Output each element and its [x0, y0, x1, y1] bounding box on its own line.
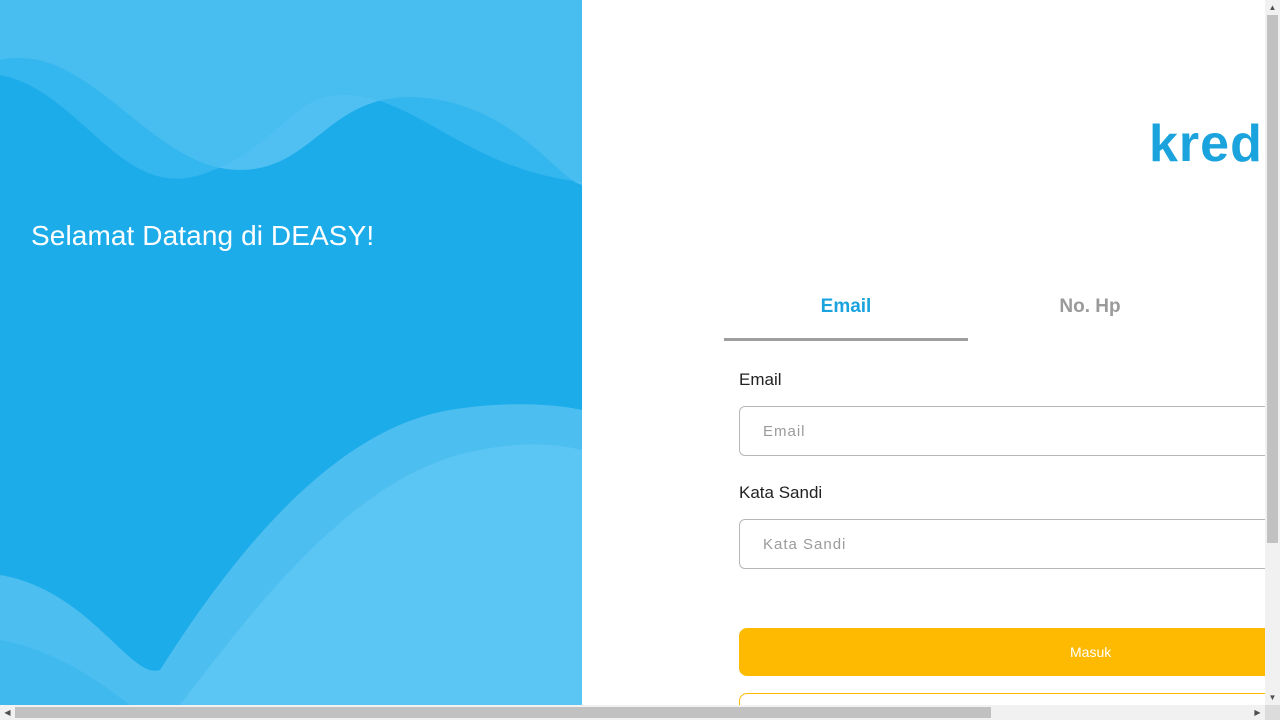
email-input[interactable]: [740, 407, 1265, 455]
tab-email[interactable]: Email: [724, 276, 968, 341]
brand-logo: kred: [1149, 115, 1263, 173]
password-label: Kata Sandi: [739, 483, 823, 502]
password-field-wrapper: [739, 519, 1265, 569]
horizontal-scrollbar[interactable]: ◀ ▶: [0, 705, 1265, 720]
vertical-scrollbar[interactable]: ▲ ▼: [1265, 0, 1280, 705]
vertical-scroll-thumb[interactable]: [1267, 15, 1278, 543]
hero-panel: Selamat Datang di DEASY!: [0, 0, 582, 705]
scroll-right-arrow-icon[interactable]: ▶: [1250, 705, 1265, 720]
login-panel: kred Email No. Hp Email Kata Sandi Masuk: [582, 0, 1265, 705]
email-label: Email: [739, 370, 782, 389]
email-field-wrapper: [739, 406, 1265, 456]
scrollbar-corner: [1265, 705, 1280, 720]
scroll-up-arrow-icon[interactable]: ▲: [1265, 0, 1280, 15]
wave-background: [0, 0, 582, 705]
welcome-heading: Selamat Datang di DEASY!: [31, 220, 375, 251]
tab-phone[interactable]: No. Hp: [968, 276, 1212, 338]
login-method-tabs: Email No. Hp: [724, 276, 1214, 341]
scroll-left-arrow-icon[interactable]: ◀: [0, 705, 15, 720]
password-input[interactable]: [740, 520, 1265, 568]
scroll-down-arrow-icon[interactable]: ▼: [1265, 690, 1280, 705]
horizontal-scroll-thumb[interactable]: [15, 707, 991, 718]
secondary-button[interactable]: [739, 693, 1265, 705]
login-button[interactable]: Masuk: [739, 628, 1265, 676]
